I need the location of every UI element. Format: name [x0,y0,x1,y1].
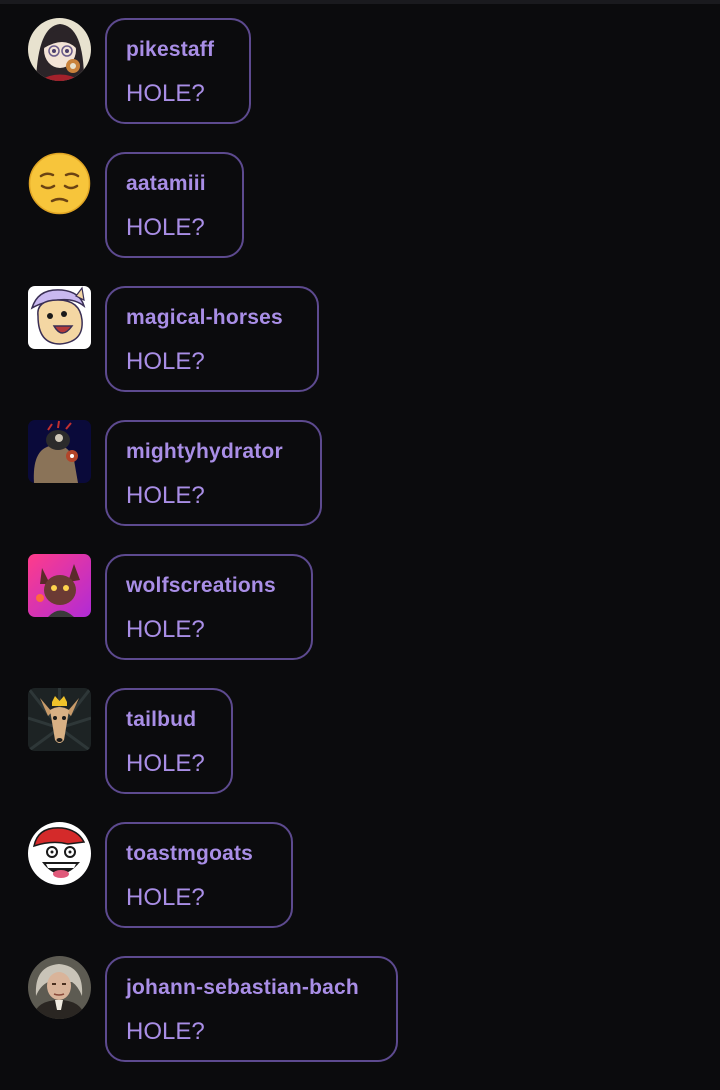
comment-text: HOLE? [126,214,205,241]
anime-girl-glasses-avatar[interactable] [28,18,91,81]
comment-row: tailbud HOLE? [0,688,720,822]
pensive-emoji-avatar[interactable] [28,152,91,215]
comment-row: magical-horses HOLE? [0,286,720,420]
comment-text: HOLE? [126,884,205,911]
bach-portrait-avatar[interactable] [28,956,91,1019]
comment-username[interactable]: tailbud [126,708,196,732]
dark-creature-avatar[interactable] [28,420,91,483]
comment-username[interactable]: mightyhydrator [126,440,283,464]
comment-bubble: mightyhydrator HOLE? [105,420,322,526]
comment-text: HOLE? [126,348,205,375]
comment-feed: pikestaff HOLE? aatamiii HOLE? magical-h… [0,18,720,1090]
comment-bubble: wolfscreations HOLE? [105,554,313,660]
comment-row: wolfscreations HOLE? [0,554,720,688]
comment-username[interactable]: magical-horses [126,306,283,330]
comment-row: toastmgoats HOLE? [0,822,720,956]
comment-text: HOLE? [126,616,205,643]
comment-bubble: aatamiii HOLE? [105,152,244,258]
rage-face-avatar[interactable] [28,822,91,885]
cartoon-horse-avatar[interactable] [28,286,91,349]
comment-text: HOLE? [126,482,205,509]
comment-bubble: tailbud HOLE? [105,688,233,794]
comment-row: pikestaff HOLE? [0,18,720,152]
comment-text: HOLE? [126,1018,205,1045]
comment-bubble: magical-horses HOLE? [105,286,319,392]
comment-text: HOLE? [126,80,205,107]
comment-username[interactable]: pikestaff [126,38,214,62]
crowned-deer-avatar[interactable] [28,688,91,751]
comment-username[interactable]: toastmgoats [126,842,253,866]
comment-bubble: pikestaff HOLE? [105,18,251,124]
comment-username[interactable]: wolfscreations [126,574,276,598]
comment-bubble: toastmgoats HOLE? [105,822,293,928]
pink-fox-character-avatar[interactable] [28,554,91,617]
comment-row: mightyhydrator HOLE? [0,420,720,554]
comment-text: HOLE? [126,750,205,777]
comment-username[interactable]: aatamiii [126,172,206,196]
comment-row: aatamiii HOLE? [0,152,720,286]
comment-bubble: johann-sebastian-bach HOLE? [105,956,398,1062]
comment-username[interactable]: johann-sebastian-bach [126,976,359,1000]
comment-row: johann-sebastian-bach HOLE? [0,956,720,1090]
top-divider [0,0,720,4]
